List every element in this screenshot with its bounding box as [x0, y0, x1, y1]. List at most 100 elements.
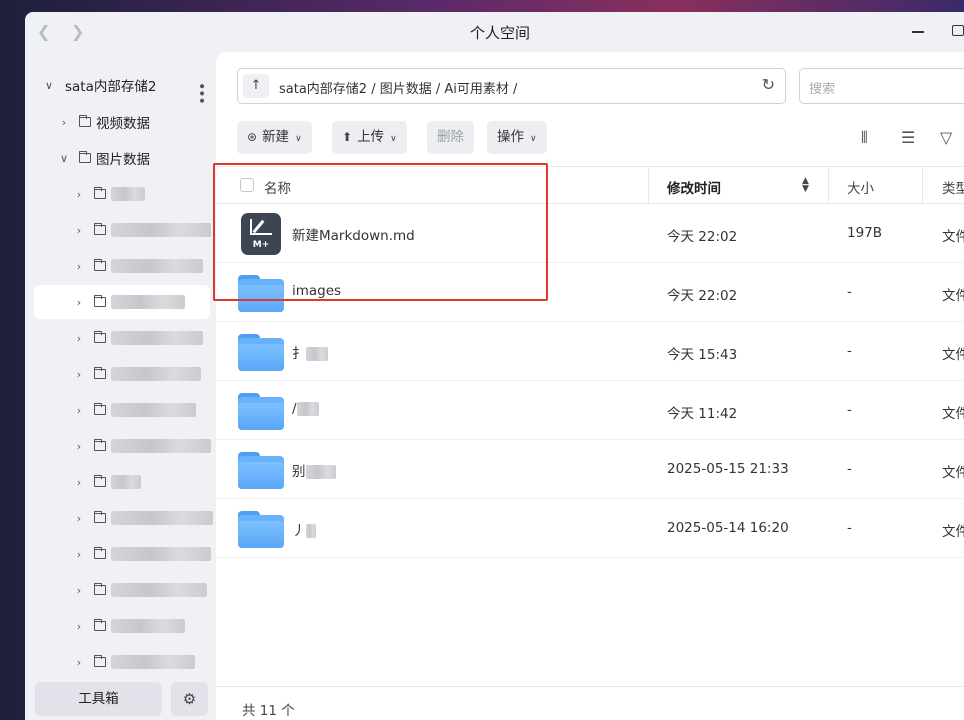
up-arrow-icon[interactable]: ↑ [243, 74, 269, 98]
sidebar-item-label: sata内部存储2 [65, 79, 157, 95]
blurred-label [111, 583, 207, 597]
chevron-right-icon[interactable]: › [74, 296, 84, 309]
chevron-down-icon: ∨ [390, 134, 397, 144]
file-mtime: 今天 22:02 [667, 288, 738, 304]
file-mtime: 2025-05-15 21:33 [667, 461, 789, 477]
more-icon[interactable]: ••• [193, 82, 209, 104]
chevron-right-icon[interactable]: › [74, 512, 84, 525]
new-button[interactable]: ⊛ 新建 ∨ [237, 121, 312, 154]
chevron-down-icon[interactable]: ∨ [44, 79, 54, 92]
folder-icon [93, 474, 106, 487]
chevron-down-icon[interactable]: ∨ [59, 152, 69, 165]
filter-icon[interactable]: ▽ [940, 128, 952, 147]
actions-label: 操作 [497, 129, 524, 145]
file-size: - [847, 343, 852, 359]
chevron-right-icon[interactable]: › [74, 332, 84, 345]
list-view-icon[interactable]: ☰ [901, 128, 915, 147]
chevron-right-icon[interactable]: › [74, 440, 84, 453]
status-footer: 共 11 个 [216, 686, 964, 720]
sidebar-subfolder-selected[interactable]: › [34, 285, 210, 319]
sidebar-subfolder[interactable]: › [25, 429, 216, 463]
search-input[interactable]: 搜索 [799, 68, 964, 104]
file-kind: 文件 [942, 347, 964, 363]
sidebar-subfolder[interactable]: › [25, 537, 216, 571]
chevron-right-icon[interactable]: › [74, 404, 84, 417]
chevron-right-icon[interactable]: › [59, 116, 69, 129]
sidebar-subfolder[interactable]: › [25, 645, 216, 679]
file-name: 别 [292, 460, 336, 480]
sidebar-subfolder[interactable]: › [25, 573, 216, 607]
sidebar-item-label: 视频数据 [96, 116, 150, 132]
table-row[interactable]: 别 2025-05-15 21:33 - 文件 [216, 440, 964, 499]
upload-icon: ⬆ [342, 130, 353, 144]
sidebar-item-video[interactable]: › 视频数据 [25, 105, 216, 139]
sidebar-subfolder[interactable]: › [25, 501, 216, 535]
file-kind: 文件 [942, 229, 964, 245]
file-size: - [847, 402, 852, 418]
chevron-right-icon[interactable]: › [74, 548, 84, 561]
folder-icon [93, 582, 106, 595]
chevron-down-icon: ∨ [530, 134, 537, 144]
folder-icon [93, 186, 106, 199]
blurred-label [111, 331, 203, 345]
minimize-icon[interactable] [912, 31, 924, 33]
folder-icon [93, 510, 106, 523]
chevron-right-icon[interactable]: › [74, 656, 84, 669]
chevron-right-icon[interactable]: › [74, 260, 84, 273]
column-kind[interactable]: 类型 [942, 177, 964, 197]
sidebar-subfolder[interactable]: › [25, 609, 216, 643]
folder-icon [93, 366, 106, 379]
gear-icon: ⚙ [182, 690, 197, 708]
sidebar-item-images[interactable]: ∨ 图片数据 [25, 141, 216, 175]
column-mtime[interactable]: 修改时间 [667, 177, 721, 197]
sort-view-icon[interactable]: ⫴ [861, 128, 868, 148]
sidebar-subfolder[interactable]: › [25, 393, 216, 427]
folder-icon [78, 114, 91, 127]
blurred-label [111, 511, 213, 525]
chevron-right-icon[interactable]: › [74, 188, 84, 201]
chevron-right-icon[interactable]: › [74, 476, 84, 489]
new-label: 新建 [262, 129, 290, 145]
sidebar-subfolder[interactable]: › [25, 213, 216, 247]
upload-button[interactable]: ⬆ 上传 ∨ [332, 121, 407, 154]
folder-icon [93, 258, 106, 271]
folder-icon [78, 150, 91, 163]
main-pane: ↑ sata内部存储2 / 图片数据 / Ai可用素材 / ↻ 搜索 ⊛ 新建 ∨ … [216, 52, 964, 720]
sidebar-subfolder[interactable]: › [25, 357, 216, 391]
file-name-text: 扌 [292, 346, 306, 362]
settings-button[interactable]: ⚙ [171, 682, 208, 716]
actions-button[interactable]: 操作 ∨ [487, 121, 547, 154]
sidebar-subfolder[interactable]: › [25, 465, 216, 499]
blurred-label [111, 223, 211, 237]
file-mtime: 今天 22:02 [667, 229, 738, 245]
maximize-icon[interactable] [952, 25, 964, 36]
blurred-label [305, 524, 316, 538]
folder-icon [238, 393, 284, 430]
file-name-text: 别 [292, 464, 306, 480]
folder-icon [93, 294, 106, 307]
table-row[interactable]: 丿 2025-05-14 16:20 - 文件 [216, 499, 964, 558]
refresh-icon[interactable]: ↻ [762, 75, 775, 94]
table-row[interactable]: 扌 今天 15:43 - 文件 [216, 322, 964, 381]
sidebar-item-root[interactable]: ∨ sata内部存储2 ••• [25, 68, 216, 104]
column-size[interactable]: 大小 [847, 177, 874, 197]
column-divider [828, 167, 829, 204]
folder-icon [238, 511, 284, 548]
path-bar[interactable]: ↑ sata内部存储2 / 图片数据 / Ai可用素材 / ↻ [237, 68, 786, 104]
sidebar-subfolder[interactable]: › [25, 249, 216, 283]
file-size: 197B [847, 225, 883, 241]
folder-icon [93, 402, 106, 415]
upload-label: 上传 [357, 129, 385, 145]
chevron-right-icon[interactable]: › [74, 224, 84, 237]
sidebar-subfolder[interactable]: › [25, 177, 216, 211]
chevron-right-icon[interactable]: › [74, 620, 84, 633]
sidebar-subfolder[interactable]: › [25, 321, 216, 355]
table-row[interactable]: / 今天 11:42 - 文件 [216, 381, 964, 440]
toolbox-button[interactable]: 工具箱 [35, 682, 162, 716]
sort-icon[interactable]: ▲ ▼ [802, 177, 809, 194]
chevron-right-icon[interactable]: › [74, 584, 84, 597]
file-size: - [847, 461, 852, 477]
chevron-right-icon[interactable]: › [74, 368, 84, 381]
delete-button[interactable]: 删除 [427, 121, 474, 154]
file-mtime: 2025-05-14 16:20 [667, 520, 789, 536]
